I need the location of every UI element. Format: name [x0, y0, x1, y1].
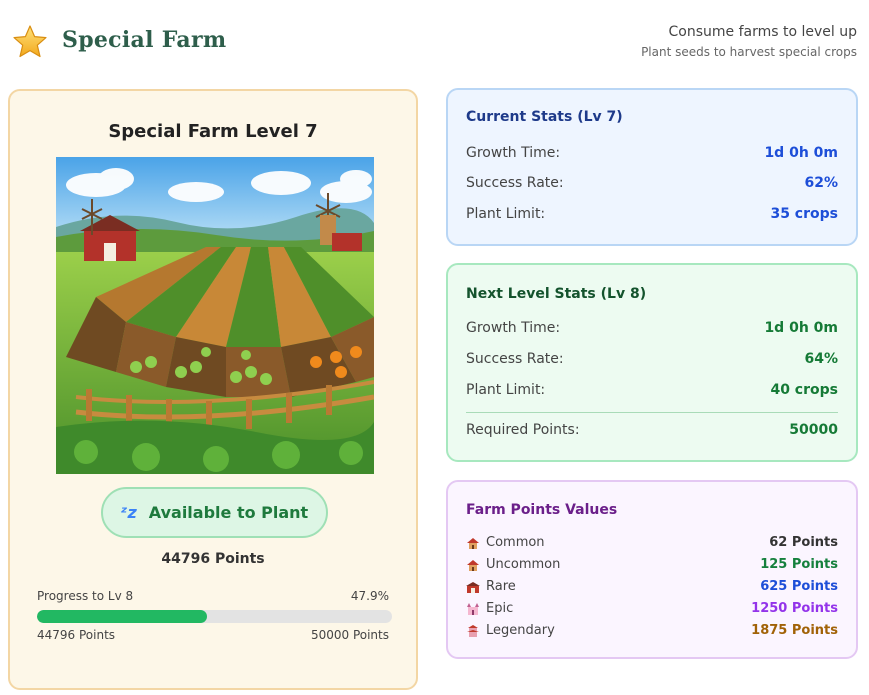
- stat-label: Growth Time:: [466, 145, 561, 161]
- progress-fill: [37, 610, 208, 623]
- stat-row-plant-limit: Plant Limit: 40 crops: [466, 382, 838, 398]
- house-icon: [466, 559, 480, 571]
- stat-row-required-points: Required Points: 50000: [466, 422, 838, 438]
- farm-type-label: Epic: [486, 601, 514, 616]
- page-header: Special Farm Consume farms to level up P…: [0, 0, 869, 85]
- next-level-stats-panel: Next Level Stats (Lv 8) Growth Time: 1d …: [446, 263, 858, 462]
- farm-points-row-common: Common 62 Points: [466, 535, 838, 550]
- stat-label: Plant Limit:: [466, 206, 546, 222]
- farm-illustration: [56, 157, 374, 474]
- farm-points-row-epic: Epic 1250 Points: [466, 601, 838, 616]
- next-level-stats-title: Next Level Stats (Lv 8): [466, 286, 647, 302]
- farm-points-title: Farm Points Values: [466, 502, 618, 518]
- stat-value: 1d 0h 0m: [764, 145, 838, 161]
- farm-type-label: Legendary: [486, 623, 555, 638]
- points-total: 44796 Points: [161, 551, 265, 567]
- stat-value: 62%: [804, 175, 838, 191]
- temple-icon: [466, 624, 480, 637]
- header-line-1: Consume farms to level up: [668, 24, 858, 40]
- farm-points-row-uncommon: Uncommon 125 Points: [466, 557, 838, 572]
- star-icon: [13, 25, 47, 58]
- farm-points-value: 1250 Points: [751, 601, 838, 616]
- available-to-plant-button[interactable]: ᶻz Available to Plant: [101, 487, 328, 538]
- progress-current: 44796 Points: [37, 628, 116, 642]
- stat-row-growth-time: Growth Time: 1d 0h 0m: [466, 145, 838, 161]
- farm-points-value: 125 Points: [760, 557, 838, 572]
- current-stats-title: Current Stats (Lv 7): [466, 109, 623, 125]
- brand-title: Special Farm: [62, 27, 227, 53]
- house-icon: [466, 537, 480, 549]
- farm-points-row-legendary: Legendary 1875 Points: [466, 623, 838, 638]
- stat-label: Plant Limit:: [466, 382, 546, 398]
- farm-type-label: Rare: [486, 579, 516, 594]
- sleep-icon: ᶻz: [120, 503, 137, 522]
- stat-value: 35 crops: [770, 206, 838, 222]
- progress-target: 50000 Points: [310, 628, 389, 642]
- divider: [466, 412, 838, 413]
- farm-type-label: Common: [486, 535, 545, 550]
- farm-points-panel: Farm Points Values Common 62 Points Uncomm…: [446, 480, 858, 659]
- castle-icon: [466, 602, 480, 615]
- stat-row-plant-limit: Plant Limit: 35 crops: [466, 206, 838, 222]
- stat-label: Success Rate:: [466, 351, 564, 367]
- farm-points-value: 62 Points: [769, 535, 838, 550]
- farm-type: Rare: [466, 579, 516, 594]
- stat-value: 64%: [804, 351, 838, 367]
- stat-label: Required Points:: [466, 422, 580, 438]
- plant-button-label: Available to Plant: [148, 503, 309, 522]
- farm-points-value: 1875 Points: [751, 623, 838, 638]
- farm-points-value: 625 Points: [760, 579, 838, 594]
- stat-label: Growth Time:: [466, 320, 561, 336]
- progress-footer: 44796 Points 50000 Points: [37, 628, 389, 642]
- progress-percent: 47.9%: [350, 589, 389, 603]
- farm-points-row-rare: Rare 625 Points: [466, 579, 838, 594]
- stat-value: 40 crops: [770, 382, 838, 398]
- stat-row-success-rate: Success Rate: 64%: [466, 351, 838, 367]
- barn-icon: [466, 581, 480, 593]
- header-description: Consume farms to level up Plant seeds to…: [641, 24, 857, 59]
- farm-type: Epic: [466, 601, 513, 616]
- farm-type: Common: [466, 535, 545, 550]
- stat-value: 1d 0h 0m: [764, 320, 838, 336]
- farm-title: Special Farm Level 7: [108, 121, 318, 142]
- stat-value: 50000: [789, 422, 838, 438]
- farm-card: Special Farm Level 7 ᶻz Available to Pla…: [8, 89, 418, 690]
- farm-type-label: Uncommon: [486, 557, 561, 572]
- farm-type: Uncommon: [466, 557, 560, 572]
- stat-label: Success Rate:: [466, 175, 564, 191]
- stat-row-growth-time: Growth Time: 1d 0h 0m: [466, 320, 838, 336]
- current-stats-panel: Current Stats (Lv 7) Growth Time: 1d 0h …: [446, 88, 858, 246]
- progress-bar: [37, 610, 392, 623]
- farm-type: Legendary: [466, 623, 555, 638]
- header-line-2: Plant seeds to harvest special crops: [641, 45, 857, 59]
- progress-label: Progress to Lv 8: [37, 589, 134, 603]
- progress-header: Progress to Lv 8 47.9%: [37, 589, 389, 603]
- stat-row-success-rate: Success Rate: 62%: [466, 175, 838, 191]
